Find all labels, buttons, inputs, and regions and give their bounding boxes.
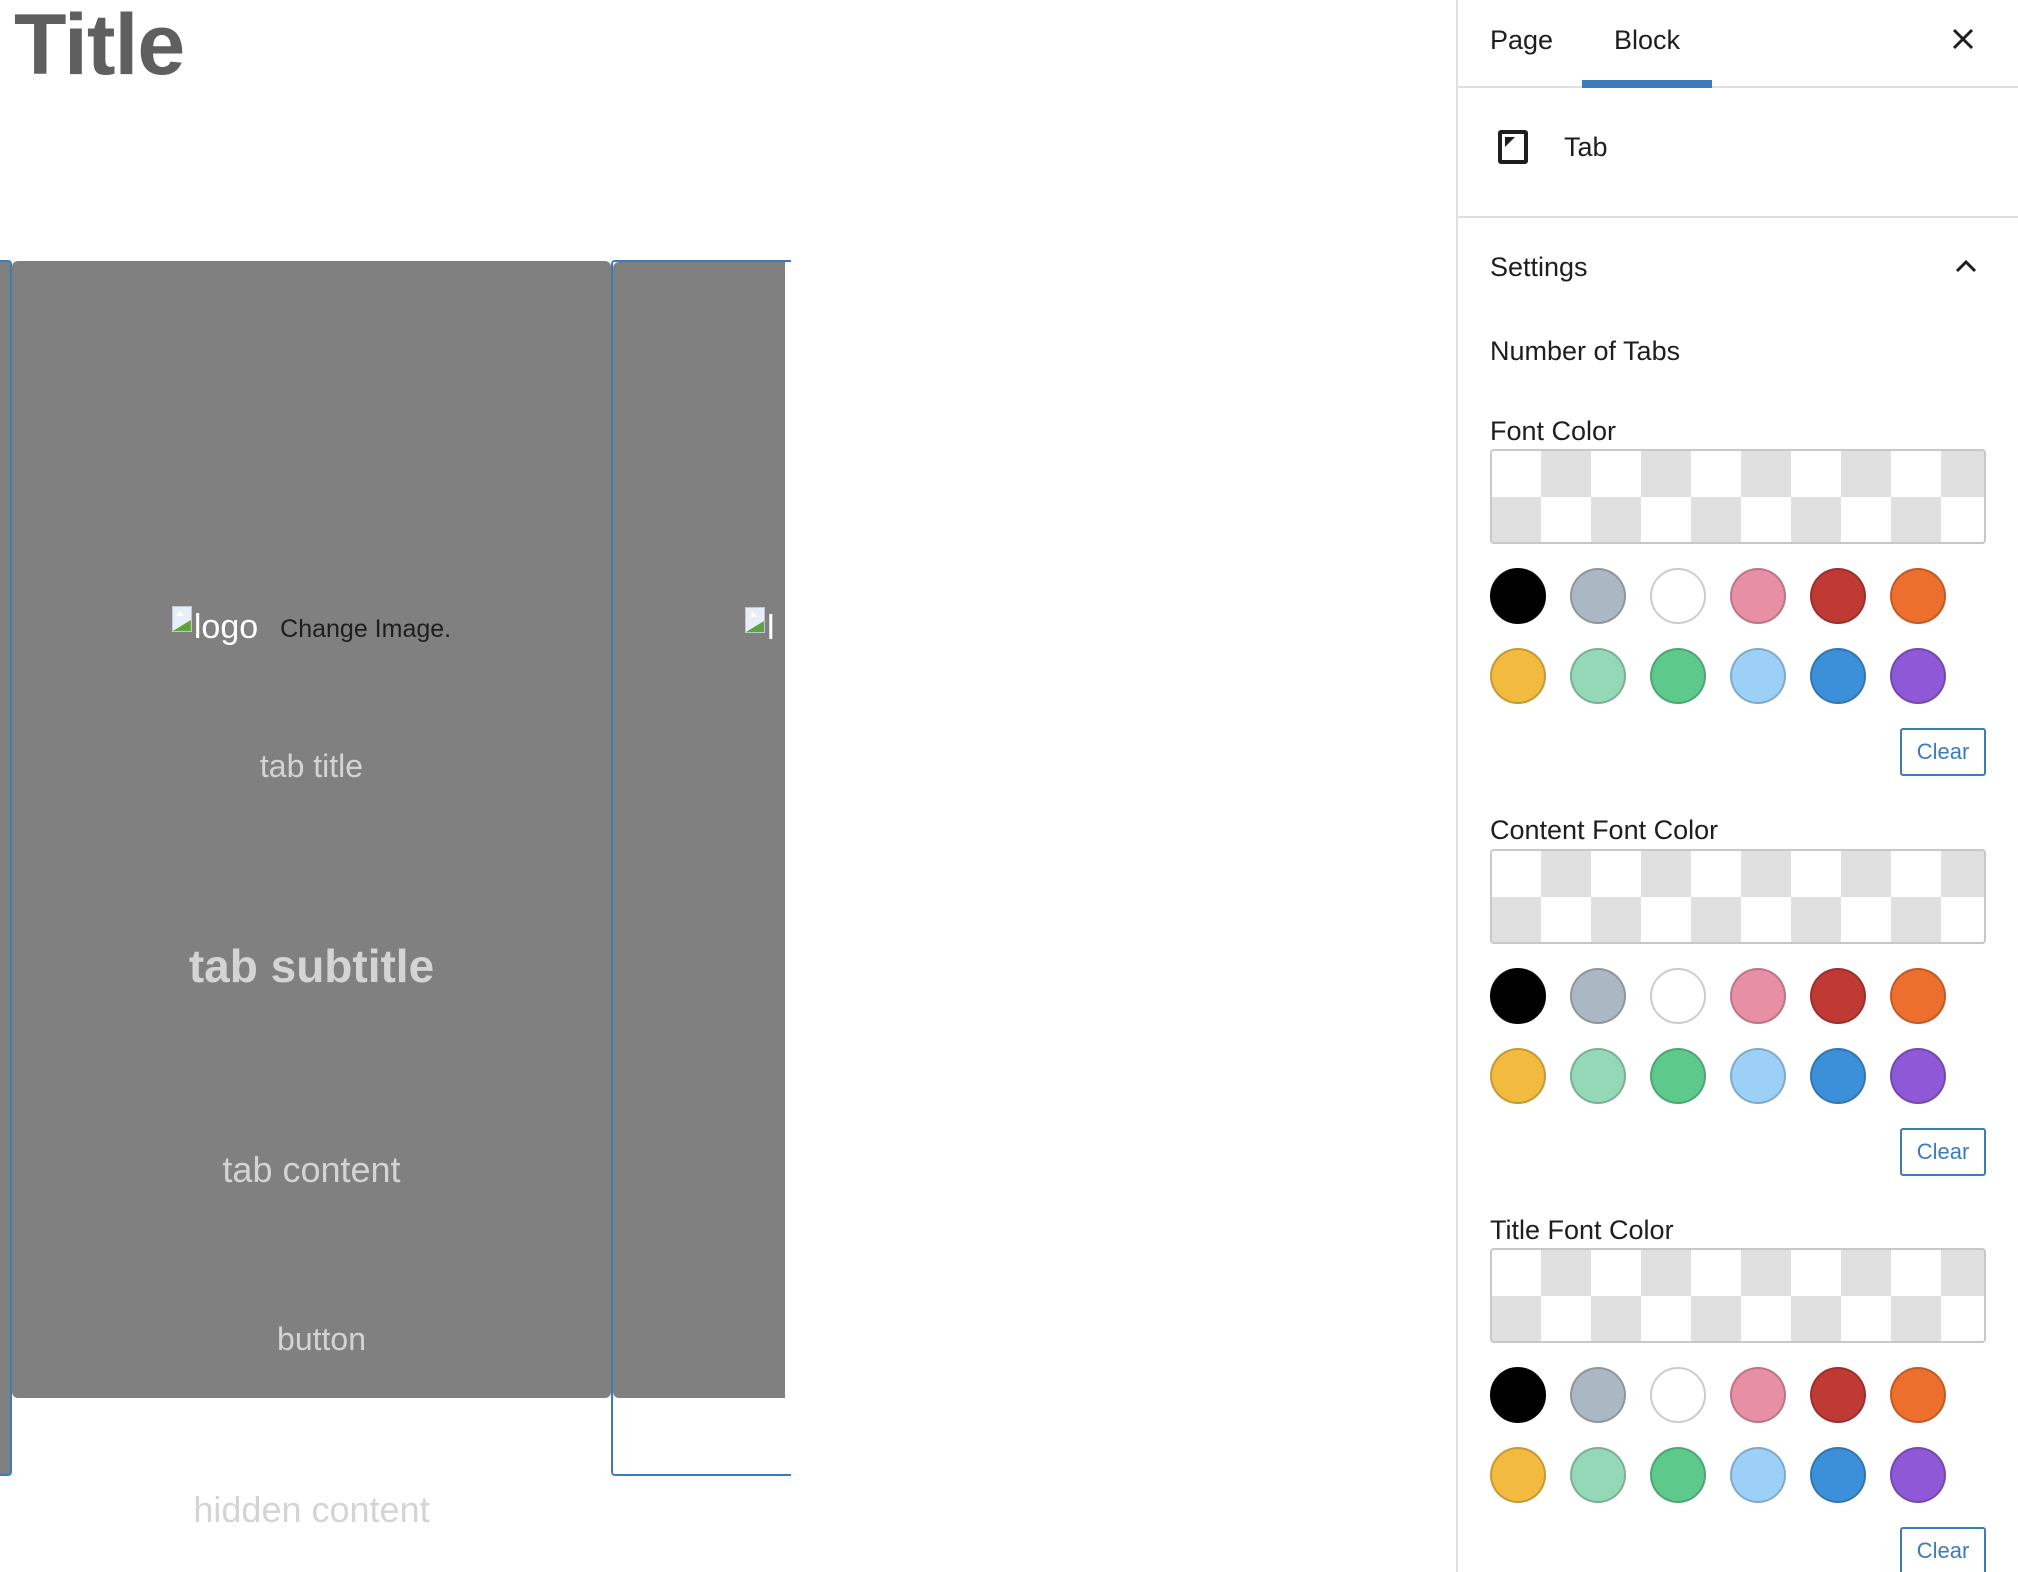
logo-image-2[interactable]: l [745,607,775,645]
change-image-link[interactable]: Change Image. [280,617,451,642]
color-swatch-luminous-vivid-amber[interactable] [1490,1447,1546,1503]
color-swatch-pale-pink[interactable] [1730,568,1786,624]
color-swatch-vivid-green-cyan[interactable] [1650,648,1706,704]
font-color-current-swatch[interactable] [1490,449,1986,544]
logo-alt-text: logo [193,608,259,646]
color-swatch-vivid-red[interactable] [1810,1367,1866,1423]
content-font-color-label: Content Font Color [1490,815,1719,845]
color-swatch-luminous-vivid-orange[interactable] [1890,1367,1946,1423]
page-title[interactable]: Title [14,0,185,95]
color-swatch-pale-cyan-blue[interactable] [1730,1447,1786,1503]
font-color-clear-button[interactable]: Clear [1900,728,1986,776]
color-swatch-vivid-cyan-blue[interactable] [1810,648,1866,704]
color-swatch-vivid-cyan-blue[interactable] [1810,1447,1866,1503]
tab-button[interactable]: button [12,1321,611,1358]
color-swatch-black[interactable] [1490,968,1546,1024]
color-swatch-black[interactable] [1490,1367,1546,1423]
tab-card-2[interactable]: l [613,262,785,1398]
color-swatch-light-green-cyan[interactable] [1570,648,1626,704]
broken-image-icon [171,606,192,632]
tab-title[interactable]: tab title [12,748,611,785]
logo-row: logo Change Image. [12,606,611,644]
number-of-tabs-label: Number of Tabs [1490,336,1681,366]
color-swatch-luminous-vivid-amber[interactable] [1490,648,1546,704]
logo-alt-text-2: l [767,609,775,647]
color-swatch-light-green-cyan[interactable] [1570,1447,1626,1503]
chevron-up-icon [1955,259,1977,273]
color-swatch-luminous-vivid-orange[interactable] [1890,968,1946,1024]
color-swatch-cyan-bluish-gray[interactable] [1570,1367,1626,1423]
tab-hidden-content[interactable]: hidden content [12,1489,611,1531]
color-swatch-vivid-purple[interactable] [1890,1447,1946,1503]
content-font-color-palette [1490,968,1946,1104]
tab-page[interactable]: Page [1490,0,1553,86]
color-swatch-white[interactable] [1650,968,1706,1024]
block-card: Tab [1458,88,2018,218]
color-swatch-vivid-purple[interactable] [1890,1048,1946,1104]
title-font-color-palette [1490,1367,1946,1503]
logo-row-2: l [745,607,775,645]
title-font-color-clear-button[interactable]: Clear [1900,1527,1986,1572]
tab-block[interactable]: Block [1582,0,1712,88]
title-font-color-label: Title Font Color [1490,1215,1674,1245]
color-swatch-vivid-green-cyan[interactable] [1650,1048,1706,1104]
color-swatch-black[interactable] [1490,568,1546,624]
tab-content[interactable]: tab content [12,1149,611,1191]
color-swatch-vivid-red[interactable] [1810,568,1866,624]
color-swatch-vivid-green-cyan[interactable] [1650,1447,1706,1503]
font-color-label: Font Color [1490,416,1617,446]
color-swatch-white[interactable] [1650,568,1706,624]
settings-title: Settings [1490,252,1588,282]
block-name: Tab [1564,132,1608,162]
color-swatch-vivid-cyan-blue[interactable] [1810,1048,1866,1104]
title-font-color-current-swatch[interactable] [1490,1248,1986,1343]
color-swatch-luminous-vivid-amber[interactable] [1490,1048,1546,1104]
color-swatch-vivid-purple[interactable] [1890,648,1946,704]
color-swatch-pale-cyan-blue[interactable] [1730,1048,1786,1104]
tab-subtitle[interactable]: tab subtitle [12,939,611,993]
tabs-block-outline-left[interactable] [0,260,12,1476]
broken-image-icon [745,607,765,633]
logo-image[interactable]: logo [171,606,259,646]
settings-sidebar: Page Block Tab Settings Number of Tabs F… [1456,0,2018,1572]
color-swatch-pale-cyan-blue[interactable] [1730,648,1786,704]
color-swatch-light-green-cyan[interactable] [1570,1048,1626,1104]
tab-card[interactable]: logo Change Image. tab title tab subtitl… [12,261,611,1530]
font-color-palette [1490,568,1946,704]
tab-block-icon [1498,130,1528,164]
color-swatch-pale-pink[interactable] [1730,1367,1786,1423]
color-swatch-vivid-red[interactable] [1810,968,1866,1024]
content-font-color-clear-button[interactable]: Clear [1900,1128,1986,1176]
sidebar-tabs: Page Block [1458,0,2018,88]
close-icon[interactable] [1948,24,1978,54]
color-swatch-white[interactable] [1650,1367,1706,1423]
color-swatch-cyan-bluish-gray[interactable] [1570,568,1626,624]
content-font-color-current-swatch[interactable] [1490,849,1986,944]
settings-panel-toggle[interactable]: Settings [1458,218,2018,314]
color-swatch-luminous-vivid-orange[interactable] [1890,568,1946,624]
color-swatch-cyan-bluish-gray[interactable] [1570,968,1626,1024]
color-swatch-pale-pink[interactable] [1730,968,1786,1024]
